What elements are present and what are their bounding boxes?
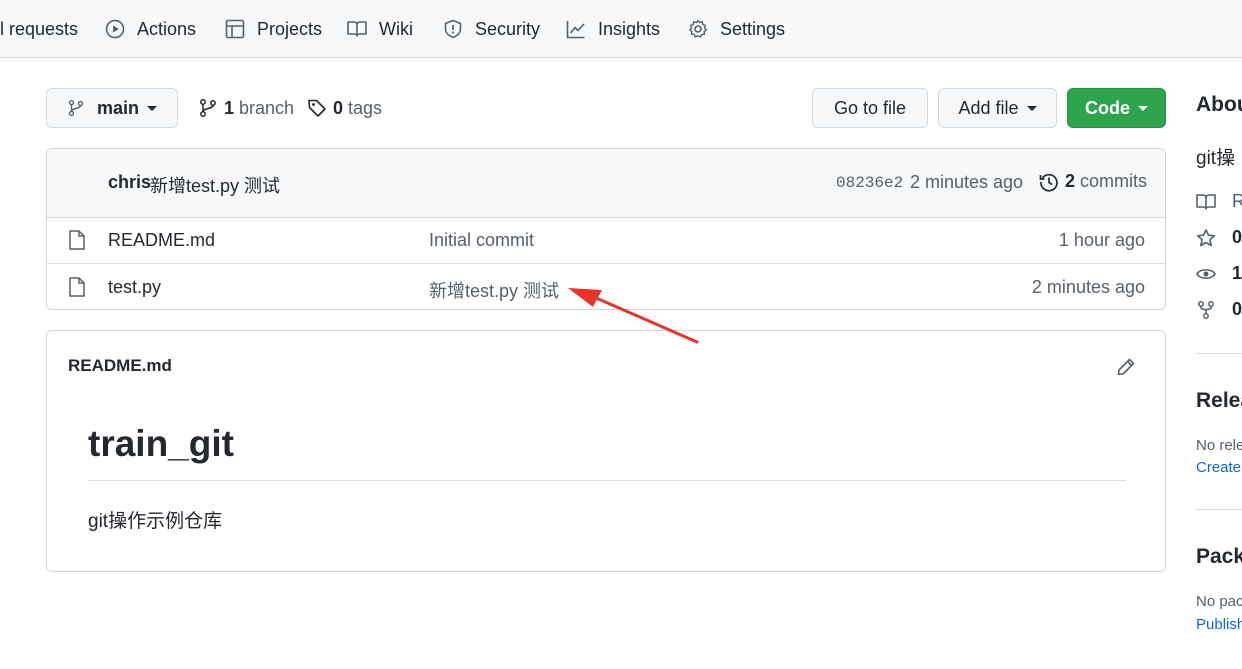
- tab-actions[interactable]: Actions: [105, 17, 196, 41]
- branch-count: 1: [224, 97, 235, 118]
- tab-label: Projects: [257, 18, 323, 39]
- commit-count-label: commits: [1080, 171, 1148, 191]
- shield-icon: [444, 19, 462, 39]
- table-icon: [225, 19, 245, 39]
- branch-selector[interactable]: main: [46, 88, 178, 128]
- fork-icon: [1198, 300, 1214, 319]
- chevron-down-icon: [1138, 105, 1148, 111]
- history-icon: [1039, 173, 1058, 192]
- branch-icon: [68, 99, 84, 117]
- tab-label: Actions: [137, 18, 197, 39]
- commit-time: 2 minutes ago: [910, 172, 1024, 192]
- play-icon: [105, 19, 125, 39]
- file-time: 1 hour ago: [1058, 230, 1145, 250]
- latest-commit-bar: chris 新增test.py 测试 08236e2 2 minutes ago…: [47, 149, 1165, 218]
- sidebar-watchers-link[interactable]: 1: [1196, 263, 1242, 284]
- repo-description: git操: [1196, 148, 1236, 169]
- branch-label: branch: [239, 97, 295, 118]
- sidebar-readme-link[interactable]: R: [1196, 191, 1242, 212]
- code-label: Code: [1085, 97, 1130, 118]
- file-row[interactable]: README.md Initial commit 1 hour ago: [47, 217, 1165, 263]
- sidebar-forks-link[interactable]: 0: [1196, 299, 1242, 320]
- readme-heading: train_git: [88, 423, 234, 464]
- tag-label: tags: [348, 97, 383, 118]
- tab-projects[interactable]: Projects: [225, 17, 322, 41]
- add-file-label: Add file: [958, 97, 1019, 118]
- add-file-button[interactable]: Add file: [938, 88, 1057, 128]
- sidebar-stat-text: 1: [1232, 263, 1242, 283]
- commit-author[interactable]: chris: [108, 172, 151, 193]
- create-release-link[interactable]: Create: [1196, 459, 1241, 476]
- code-button[interactable]: Code: [1067, 88, 1166, 128]
- packages-empty-text: No pac: [1196, 593, 1242, 610]
- go-to-file-label: Go to file: [833, 97, 907, 118]
- file-icon: [69, 230, 85, 250]
- sidebar-divider: [1196, 353, 1242, 354]
- tab-pull-requests[interactable]: l requests: [0, 17, 78, 41]
- go-to-file-button[interactable]: Go to file: [812, 88, 928, 128]
- branches-link[interactable]: 1 branch: [198, 96, 294, 120]
- commit-count: 2: [1065, 171, 1076, 191]
- readme-panel: README.md train_git git操作示例仓库: [46, 330, 1166, 572]
- pencil-icon[interactable]: [1116, 357, 1136, 377]
- book-icon: [1196, 193, 1216, 210]
- tab-label: Wiki: [379, 18, 413, 39]
- tag-count: 0: [333, 97, 344, 118]
- releases-heading[interactable]: Relea: [1196, 389, 1242, 413]
- gear-icon: [688, 19, 708, 38]
- sidebar-stat-text: 0: [1232, 299, 1242, 319]
- commit-sha[interactable]: 08236e2: [836, 174, 903, 192]
- releases-empty-text: No rele: [1196, 437, 1242, 454]
- file-commit-message[interactable]: Initial commit: [429, 230, 534, 251]
- repo-nav-bar: l requests Actions Projects Wiki Securit…: [0, 0, 1242, 58]
- about-heading: Abou: [1196, 93, 1242, 116]
- tab-label: Settings: [720, 18, 786, 39]
- tab-settings[interactable]: Settings: [688, 17, 785, 41]
- graph-icon: [566, 21, 585, 39]
- chevron-down-icon: [147, 105, 157, 111]
- file-name[interactable]: README.md: [108, 230, 215, 251]
- sidebar-stat-text: 0: [1232, 227, 1242, 247]
- tab-label: l requests: [0, 18, 79, 39]
- tab-wiki[interactable]: Wiki: [347, 17, 413, 41]
- tag-icon: [308, 99, 326, 117]
- tab-security[interactable]: Security: [443, 17, 540, 41]
- sidebar-stat-text: R: [1232, 191, 1242, 211]
- commit-message[interactable]: 新增test.py 测试: [150, 172, 280, 198]
- branch-icon: [200, 99, 216, 117]
- packages-heading[interactable]: Packa: [1196, 545, 1242, 569]
- readme-filename: README.md: [68, 356, 172, 375]
- file-name[interactable]: test.py: [108, 277, 161, 298]
- tab-label: Insights: [598, 18, 661, 39]
- publish-package-link[interactable]: Publish: [1196, 616, 1242, 633]
- file-icon: [69, 277, 85, 297]
- eye-icon: [1196, 268, 1216, 279]
- commits-link[interactable]: 2 commits: [1039, 171, 1147, 192]
- tab-label: Security: [475, 18, 541, 39]
- book-icon: [347, 21, 367, 37]
- readme-body: git操作示例仓库: [88, 511, 223, 532]
- file-commit-message[interactable]: 新增test.py 测试: [429, 277, 559, 303]
- file-time: 2 minutes ago: [1031, 277, 1145, 297]
- tab-insights[interactable]: Insights: [566, 17, 660, 41]
- annotation-arrow: [568, 288, 699, 344]
- tags-link[interactable]: 0 tags: [307, 96, 382, 120]
- star-icon: [1196, 228, 1216, 246]
- branch-name: main: [96, 97, 139, 118]
- sidebar-stars-link[interactable]: 0: [1196, 227, 1242, 248]
- sidebar-divider: [1196, 509, 1242, 510]
- heading-divider: [88, 480, 1126, 481]
- chevron-down-icon: [1026, 105, 1037, 111]
